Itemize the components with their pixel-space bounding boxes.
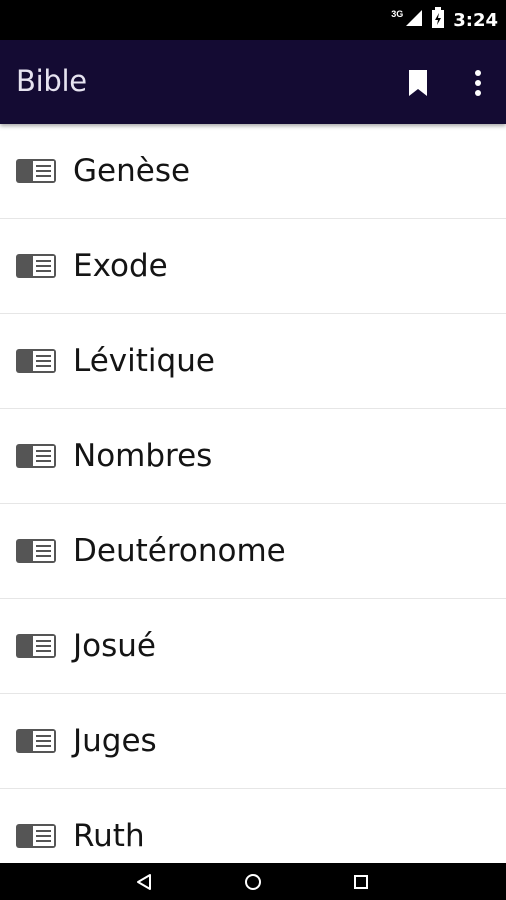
book-icon [16,824,56,848]
book-label: Deutéronome [73,533,286,569]
back-icon [137,874,151,890]
book-icon [16,159,56,183]
network-type-label: 3G [391,9,404,19]
list-item[interactable]: Juges [0,694,506,789]
book-icon [16,444,56,468]
book-label: Exode [73,248,168,284]
book-icon [16,634,56,658]
list-item[interactable]: Lévitique [0,314,506,409]
more-options-button[interactable] [462,67,494,99]
list-item[interactable]: Nombres [0,409,506,504]
list-item[interactable]: Exode [0,219,506,314]
home-icon [245,874,261,890]
home-button[interactable] [240,869,266,895]
book-label: Juges [73,723,157,759]
status-icons: 3G 3:24 [391,0,498,40]
book-label: Ruth [73,818,145,854]
book-icon [16,254,56,278]
app-bar: Bible [0,40,506,124]
book-label: Josué [73,628,156,664]
book-icon [16,729,56,753]
recents-icon [354,875,368,889]
page-title: Bible [16,64,87,98]
back-button[interactable] [131,869,157,895]
more-vert-icon [475,70,481,96]
book-icon [16,349,56,373]
book-label: Genèse [73,153,191,189]
recents-button[interactable] [348,869,374,895]
bookmark-button[interactable] [402,67,434,99]
system-nav-bar [0,863,506,900]
signal-icon [405,9,423,32]
book-label: Nombres [73,438,213,474]
clock: 3:24 [453,9,498,31]
list-item[interactable]: Genèse [0,124,506,219]
book-label: Lévitique [73,343,215,379]
list-item[interactable]: Ruth [0,789,506,863]
battery-icon [431,6,445,34]
book-icon [16,539,56,563]
status-bar: 3G 3:24 [0,0,506,40]
list-item[interactable]: Josué [0,599,506,694]
book-list: Genèse Exode Lévitique Nombres Deutérono… [0,124,506,863]
list-item[interactable]: Deutéronome [0,504,506,599]
bookmark-icon [409,70,427,96]
